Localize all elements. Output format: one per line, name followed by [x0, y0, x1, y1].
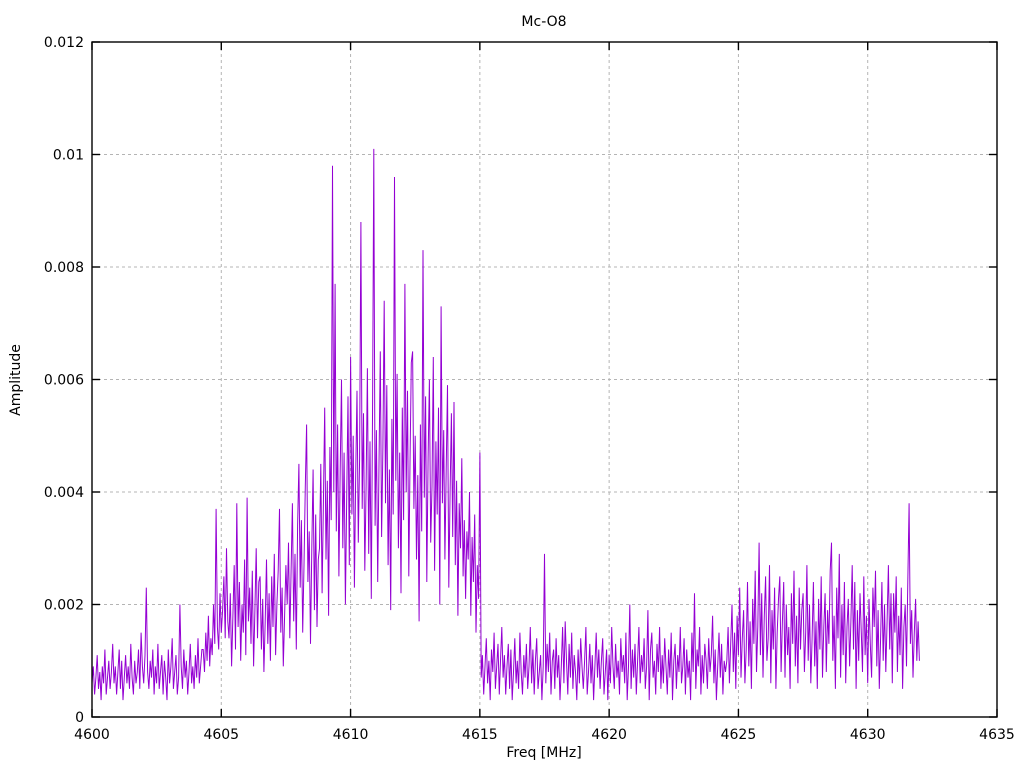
x-tick-label-4610: 4610	[333, 727, 369, 743]
spectrum-line	[91, 148, 920, 701]
x-tick-label-4630: 4630	[850, 727, 886, 743]
y-tick-label-0.008: 0.008	[44, 260, 84, 276]
y-tick-label-0.006: 0.006	[44, 373, 84, 389]
x-tick-label-4620: 4620	[591, 727, 627, 743]
x-tick-label-4600: 4600	[74, 727, 110, 743]
y-tick-label-0.012: 0.012	[44, 35, 84, 51]
y-tick-label-0: 0	[75, 710, 84, 726]
x-tick-label-4635: 4635	[979, 727, 1015, 743]
x-tick-label-4615: 4615	[462, 727, 498, 743]
x-tick-label-4625: 4625	[721, 727, 757, 743]
y-tick-label-0.004: 0.004	[44, 485, 84, 501]
spectrum-figure: Mc-O8 Freq [MHz] Amplitude 4600 4605 4610 4…	[0, 0, 1024, 768]
y-axis-label: Amplitude	[8, 344, 24, 416]
y-tick-label-0.01: 0.01	[53, 148, 84, 164]
y-tick-label-0.002: 0.002	[44, 598, 84, 614]
chart-title: Mc-O8	[521, 14, 566, 30]
x-tick-label-4605: 4605	[203, 727, 239, 743]
plot-area: Mc-O8 Freq [MHz] Amplitude 4600 4605 4610 4…	[8, 14, 1015, 761]
x-axis-label: Freq [MHz]	[506, 745, 581, 761]
